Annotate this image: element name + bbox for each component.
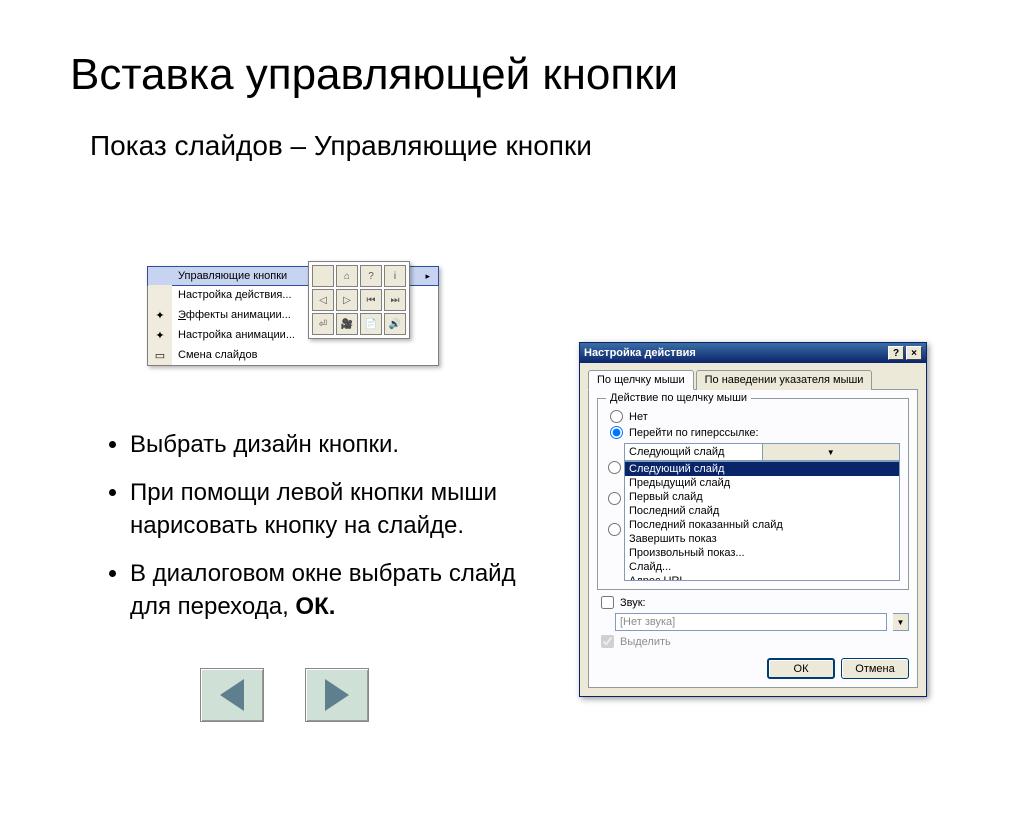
radio-label: Перейти по гиперссылке: [629,427,759,439]
menu-label: Настройка анимации... [178,329,295,341]
radio-input[interactable] [610,410,623,423]
chevron-down-icon: ▼ [893,613,909,631]
list-option[interactable]: Следующий слайд [625,462,899,476]
palette-movie-icon[interactable]: 🎥 [336,313,358,335]
menu-item-slide-transition[interactable]: ▭ Смена слайдов [148,345,438,365]
sound-combo: [Нет звука] [615,613,887,631]
tab-mouse-over[interactable]: По наведении указателя мыши [696,370,873,390]
list-option[interactable]: Последний слайд [625,504,899,518]
palette-first-icon[interactable]: ⏮ [360,289,382,311]
ok-button[interactable]: ОК [767,658,835,679]
sound-label: Звук: [620,597,646,609]
radio-hyperlink[interactable]: Перейти по гиперссылке: [610,426,900,439]
triangle-left-icon [220,679,244,711]
radio-label: Нет [629,411,648,423]
dialog-footer: ОК Отмена [597,652,909,679]
sound-combo-row: [Нет звука] ▼ [615,613,909,631]
sound-checkbox[interactable] [601,596,614,609]
slide-title: Вставка управляющей кнопки [70,50,1024,100]
palette-forward-icon[interactable]: ▷ [336,289,358,311]
list-item: При помощи левой кнопки мыши нарисовать … [130,477,550,542]
action-groupbox: Действие по щелчку мыши Нет Перейти по г… [597,398,909,590]
list-option[interactable]: Последний показанный слайд [625,518,899,532]
radio-run-program[interactable] [608,461,621,474]
tab-mouse-click[interactable]: По щелчку мыши [588,370,694,390]
tab-pane: Действие по щелчку мыши Нет Перейти по г… [588,390,918,688]
palette-info-icon[interactable]: i [384,265,406,287]
list-item: Выбрать дизайн кнопки. [130,429,550,461]
dialog-tabs: По щелчку мыши По наведении указателя мы… [588,369,918,390]
extra-radio-column [608,461,621,536]
action-button-palette: ⌂ ? i ◁ ▷ ⏮ ⏭ ⏎ 🎥 📄 🔊 [308,261,410,339]
menu-label: Настройка действия... [178,289,292,301]
help-button[interactable]: ? [888,346,904,360]
palette-last-icon[interactable]: ⏭ [384,289,406,311]
star-icon: ✦ [148,305,172,325]
action-settings-dialog: Настройка действия ? × По щелчку мыши По… [579,342,927,697]
sound-row: Звук: [601,596,909,609]
chevron-down-icon[interactable]: ▼ [762,444,900,460]
radio-input[interactable] [610,426,623,439]
triangle-right-icon [325,679,349,711]
cancel-button[interactable]: Отмена [841,658,909,679]
radio-run-macro[interactable] [608,492,621,505]
hyperlink-listbox[interactable]: Следующий слайд Предыдущий слайд Первый … [624,461,900,581]
palette-back-icon[interactable]: ◁ [312,289,334,311]
list-option[interactable]: Первый слайд [625,490,899,504]
menu-icon [148,266,172,286]
next-slide-button[interactable] [305,668,369,722]
list-option[interactable]: Завершить показ [625,532,899,546]
menu-label: Управляющие кнопки [178,270,287,282]
prev-slide-button[interactable] [200,668,264,722]
dialog-titlebar[interactable]: Настройка действия ? × [580,343,926,363]
palette-document-icon[interactable]: 📄 [360,313,382,335]
list-option[interactable]: Предыдущий слайд [625,476,899,490]
radio-none[interactable]: Нет [610,410,900,423]
palette-sound-icon[interactable]: 🔊 [384,313,406,335]
combo-value: Следующий слайд [625,446,762,458]
palette-blank[interactable] [312,265,334,287]
palette-home-icon[interactable]: ⌂ [336,265,358,287]
menu-label: Эффекты анимации... [178,309,291,321]
list-item: В диалоговом окне выбрать слайд для пере… [130,558,550,623]
highlight-row: Выделить [601,635,909,648]
dialog-title: Настройка действия [584,347,696,359]
groupbox-label: Действие по щелчку мыши [606,392,751,404]
hyperlink-combo[interactable]: Следующий слайд ▼ [624,443,900,461]
list-option[interactable]: Адрес URL... [625,574,899,581]
palette-help-icon[interactable]: ? [360,265,382,287]
menu-icon [148,285,172,305]
star-icon: ✦ [148,325,172,345]
highlight-checkbox [601,635,614,648]
instruction-list: Выбрать дизайн кнопки. При помощи левой … [90,429,550,639]
sound-value: [Нет звука] [620,616,675,628]
transition-icon: ▭ [148,345,172,365]
menu-label: Смена слайдов [178,349,257,361]
submenu-arrow-icon: ▸ [425,271,434,282]
palette-return-icon[interactable]: ⏎ [312,313,334,335]
highlight-label: Выделить [620,636,671,648]
list-option[interactable]: Слайд... [625,560,899,574]
close-button[interactable]: × [906,346,922,360]
list-option[interactable]: Произвольный показ... [625,546,899,560]
radio-object-action[interactable] [608,523,621,536]
slide-subtitle: Показ слайдов – Управляющие кнопки [90,130,1024,162]
